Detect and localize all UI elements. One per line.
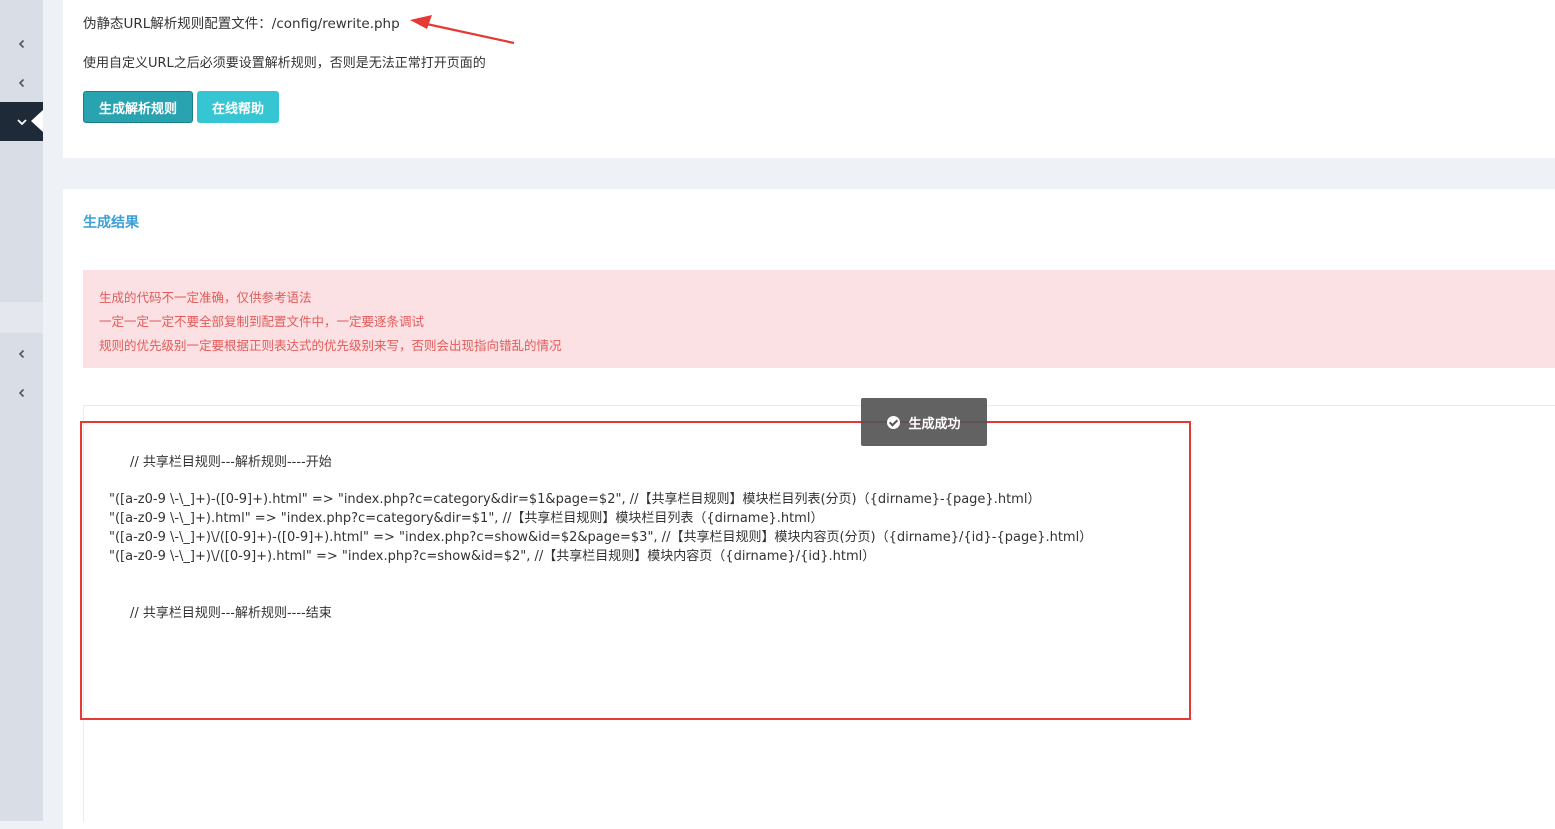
alert-line: 一定一定一定不要全部复制到配置文件中，一定要逐条调试: [99, 314, 425, 329]
alert-line: 生成的代码不一定准确，仅供参考语法: [99, 290, 312, 305]
sidebar-toggle-2[interactable]: [0, 63, 43, 102]
chevron-down-icon: [16, 118, 27, 125]
warning-alert: 生成的代码不一定准确，仅供参考语法 一定一定一定不要全部复制到配置文件中，一定要…: [83, 270, 1555, 368]
config-file-path: 伪静态URL解析规则配置文件：/config/rewrite.php: [83, 16, 400, 32]
sidebar-active-notch: [31, 110, 43, 132]
sidebar-toggle-4[interactable]: [0, 334, 43, 373]
annotation-highlight-box: [80, 421, 1191, 720]
generate-rules-button[interactable]: 生成解析规则: [83, 91, 193, 123]
sidebar-toggle-1[interactable]: [0, 24, 43, 63]
config-note: 使用自定义URL之后必须要设置解析规则，否则是无法正常打开页面的: [83, 56, 486, 71]
annotation-arrow-icon: [410, 15, 515, 45]
toast-message: 生成成功: [908, 416, 961, 432]
check-circle-icon: [887, 415, 901, 429]
chevron-left-icon: [18, 349, 24, 358]
success-toast: 生成成功: [861, 398, 987, 446]
sidebar-toggle-5[interactable]: [0, 373, 43, 412]
alert-line: 规则的优先级别一定要根据正则表达式的优先级别来写，否则会出现指向错乱的情况: [99, 338, 562, 353]
chevron-left-icon: [18, 388, 24, 397]
chevron-left-icon: [18, 39, 24, 48]
chevron-left-icon: [18, 78, 24, 87]
result-title: 生成结果: [83, 215, 139, 231]
online-help-button[interactable]: 在线帮助: [197, 91, 279, 123]
